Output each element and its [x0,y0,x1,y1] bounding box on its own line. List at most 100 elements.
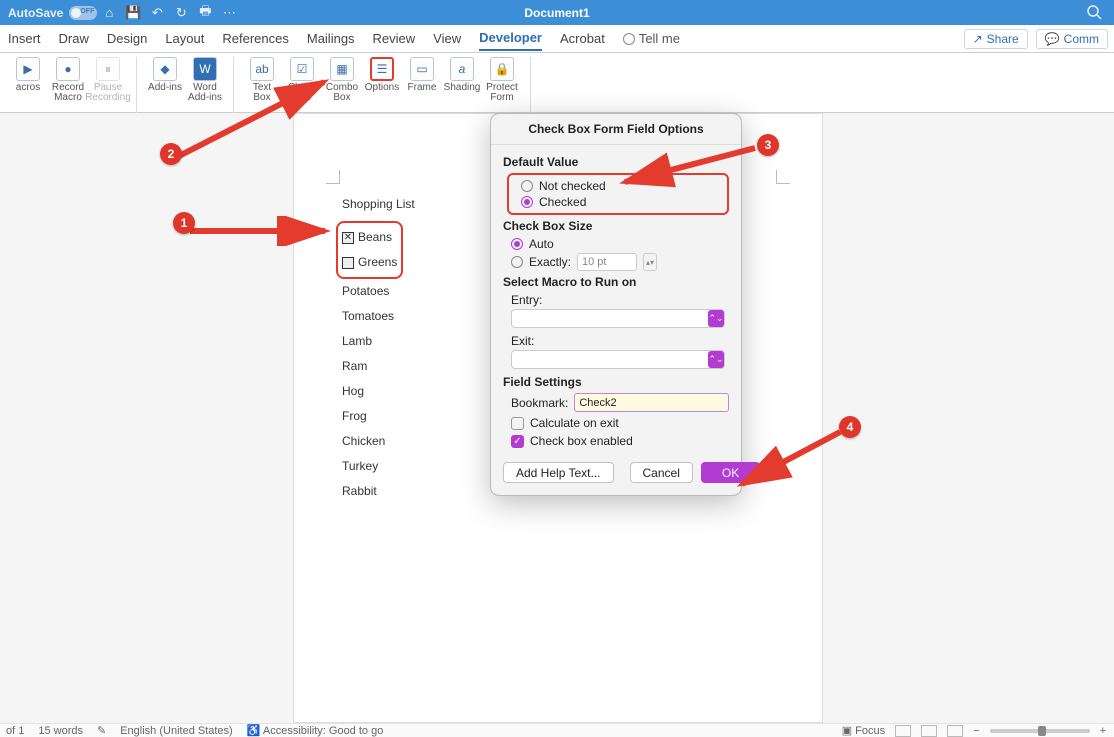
list-item[interactable]: Rabbit [342,479,415,504]
share-button[interactable]: ↗Share [964,29,1028,49]
list-item[interactable]: Hog [342,379,415,404]
tab-draw[interactable]: Draw [59,27,89,50]
tell-me[interactable]: Tell me [623,31,680,46]
radio-icon [511,238,523,250]
list-item[interactable]: Ram [342,354,415,379]
comments-button[interactable]: 💬Comm [1036,29,1108,49]
entry-combo[interactable]: ⌃⌄ [511,309,725,328]
tab-view[interactable]: View [433,27,461,50]
list-item[interactable]: Greens [342,250,397,275]
frame-button[interactable]: ▭Frame [404,57,440,113]
list-item[interactable]: Beans [342,225,397,250]
arrow-icon [613,140,763,190]
status-bar: of 1 15 words ✎ English (United States) … [0,723,1114,737]
autosave-toggle[interactable]: AutoSave OFF [8,6,97,20]
checkbox-icon [511,417,524,430]
tab-mailings[interactable]: Mailings [307,27,355,50]
list-item[interactable]: Chicken [342,429,415,454]
save-icon[interactable]: 💾 [125,5,141,21]
pause-recording-button: ⏸Pause Recording [90,57,126,113]
tab-design[interactable]: Design [107,27,147,50]
list-item[interactable]: Lamb [342,329,415,354]
bulb-icon [623,33,635,45]
macros-button[interactable]: ▶acros [10,57,46,113]
arrow-icon [730,424,850,494]
tab-layout[interactable]: Layout [165,27,204,50]
dropdown-icon: ⌃⌄ [708,351,724,368]
view-mode-icon[interactable] [895,725,911,737]
shading-button[interactable]: aShading [444,57,480,113]
autosave-label: AutoSave [8,6,63,20]
list-item[interactable]: Tomatoes [342,304,415,329]
tab-references[interactable]: References [222,27,288,50]
radio-checked[interactable]: Checked [521,195,723,209]
stepper-icon[interactable]: ▴▾ [643,253,657,271]
print-icon[interactable]: 🖶 [197,5,213,21]
radio-size-auto[interactable]: Auto [511,237,729,251]
search-icon[interactable] [1086,4,1102,20]
view-mode-icon[interactable] [921,725,937,737]
exactly-label: Exactly: [529,255,571,269]
focus-mode[interactable]: ▣ Focus [842,724,885,737]
zoom-in[interactable]: + [1100,725,1106,737]
exit-label: Exit: [511,334,729,348]
checkbox-icon[interactable] [342,257,354,269]
document-title: Document1 [524,6,589,20]
document-content[interactable]: Shopping List Beans Greens Potatoes Toma… [342,192,415,504]
radio-icon [521,196,533,208]
toggle-icon: OFF [69,6,97,20]
ribbon: ▶acros ●Record Macro ⏸Pause Recording ◆A… [0,53,1114,113]
margin-corner-icon [326,170,340,184]
checkbox-icon[interactable] [342,232,354,244]
options-button[interactable]: ☰Options [364,57,400,113]
list-item[interactable]: Potatoes [342,279,415,304]
list-item[interactable]: Turkey [342,454,415,479]
tab-review[interactable]: Review [373,27,416,50]
accessibility-status[interactable]: ♿ Accessibility: Good to go [247,724,384,737]
radio-size-exactly[interactable]: Exactly: 10 pt ▴▾ [511,253,729,271]
checkbox-enabled-checkbox[interactable]: ✓Check box enabled [511,434,729,448]
checkbox-icon: ✓ [511,435,524,448]
entry-label: Entry: [511,293,729,307]
zoom-slider[interactable] [990,729,1090,733]
callout-2: 2 [160,143,182,165]
language-status[interactable]: English (United States) [120,725,233,737]
view-mode-icon[interactable] [947,725,963,737]
undo-icon[interactable]: ↶ [149,5,165,21]
redo-icon[interactable]: ↻ [173,5,189,21]
radio-icon [521,180,533,192]
list-item[interactable]: Frog [342,404,415,429]
tab-developer[interactable]: Developer [479,26,542,51]
callout-4: 4 [839,416,861,438]
size-pt-input[interactable]: 10 pt [577,253,637,271]
protect-form-button[interactable]: 🔒Protect Form [484,57,520,113]
dropdown-icon: ⌃⌄ [708,310,724,327]
bookmark-input[interactable]: Check2 [574,393,729,412]
callout-3: 3 [757,134,779,156]
exit-combo[interactable]: ⌃⌄ [511,350,725,369]
arrow-icon [185,216,335,246]
spellcheck-icon[interactable]: ✎ [97,724,106,737]
margin-corner-icon [776,170,790,184]
calc-on-exit-checkbox[interactable]: Calculate on exit [511,416,729,430]
doc-heading: Shopping List [342,192,415,217]
page-status[interactable]: of 1 [6,725,24,737]
add-help-text-button[interactable]: Add Help Text... [503,462,614,483]
record-macro-button[interactable]: ●Record Macro [50,57,86,113]
checkbox-highlight: Beans Greens [336,221,403,279]
cancel-button[interactable]: Cancel [630,462,693,483]
macro-label: Select Macro to Run on [503,275,729,289]
tab-insert[interactable]: Insert [8,27,41,50]
word-count[interactable]: 15 words [38,725,83,737]
field-settings-label: Field Settings [503,375,729,389]
zoom-out[interactable]: − [973,725,979,737]
bookmark-label: Bookmark: [511,396,568,410]
more-icon[interactable]: ⋯ [221,5,237,21]
size-label: Check Box Size [503,219,729,233]
tab-acrobat[interactable]: Acrobat [560,27,605,50]
title-bar: AutoSave OFF ⌂ 💾 ↶ ↻ 🖶 ⋯ Document1 [0,0,1114,25]
callout-1: 1 [173,212,195,234]
ribbon-tabs: Insert Draw Design Layout References Mai… [0,25,1114,53]
radio-icon [511,256,523,268]
home-icon[interactable]: ⌂ [101,5,117,21]
